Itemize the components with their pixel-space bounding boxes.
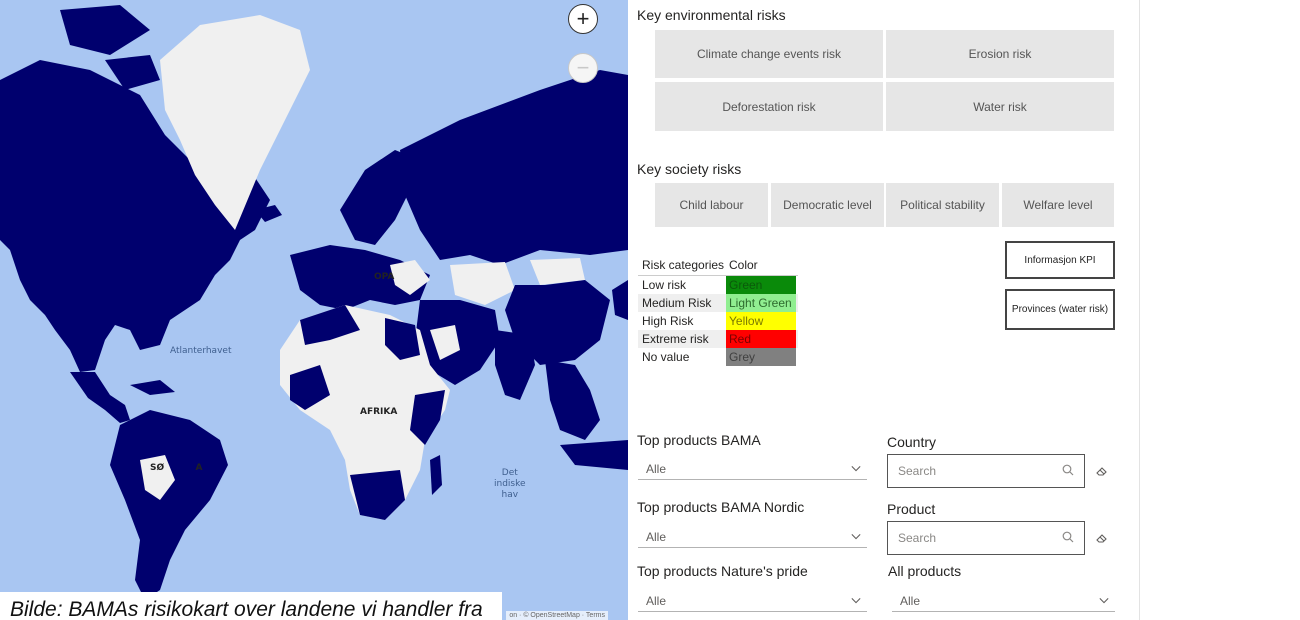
tile-deforestation[interactable]: Deforestation risk xyxy=(655,82,883,131)
top-bama-nordic-dropdown[interactable]: Alle xyxy=(638,526,867,548)
eraser-icon[interactable] xyxy=(1095,464,1109,476)
map-attribution[interactable]: on · © OpenStreetMap · Terms xyxy=(506,611,608,620)
tile-erosion[interactable]: Erosion risk xyxy=(886,30,1114,78)
legend-row: Low risk Green xyxy=(638,276,798,294)
tile-democratic-level[interactable]: Democratic level xyxy=(771,183,884,227)
top-bama-value: Alle xyxy=(646,461,667,476)
eraser-icon[interactable] xyxy=(1095,531,1109,543)
top-bama-nordic-value: Alle xyxy=(646,529,667,544)
info-kpi-button[interactable]: Informasjon KPI xyxy=(1005,241,1115,279)
all-products-value: Alle xyxy=(900,593,921,608)
country-search-input[interactable] xyxy=(898,464,1048,478)
chevron-down-icon xyxy=(851,532,861,542)
legend-color-cell: Red xyxy=(726,330,796,348)
all-products-title: All products xyxy=(888,563,962,579)
provinces-water-risk-button[interactable]: Provinces (water risk) xyxy=(1005,289,1115,330)
indian-ocean-label: Det indiske hav xyxy=(494,468,526,500)
world-map-svg xyxy=(0,5,628,600)
top-natures-pride-title: Top products Nature's pride xyxy=(637,563,808,579)
product-title: Product xyxy=(887,501,936,517)
product-search-input[interactable] xyxy=(898,531,1048,545)
tile-child-labour[interactable]: Child labour xyxy=(655,183,768,227)
top-natures-pride-value: Alle xyxy=(646,593,667,608)
filter-panel: Key environmental risks Climate change e… xyxy=(628,0,1140,620)
russia xyxy=(400,70,628,265)
zoom-in-button[interactable]: + xyxy=(568,4,598,34)
legend-category: No value xyxy=(642,350,690,364)
chevron-down-icon xyxy=(1099,596,1109,606)
africa-label: AFRIKA xyxy=(360,407,398,417)
legend-header: Risk categories Color xyxy=(638,254,798,276)
zoom-out-button[interactable]: − xyxy=(568,53,598,83)
south-africa-blue xyxy=(350,470,405,520)
arctic-island-west xyxy=(60,5,150,55)
legend-category: Extreme risk xyxy=(642,332,709,346)
kazakhstan-grey xyxy=(450,262,515,305)
legend-color-cell: Yellow xyxy=(726,312,796,330)
risk-legend-table: Risk categories Color Low risk Green Med… xyxy=(638,254,798,366)
chevron-down-icon xyxy=(851,596,861,606)
south-america xyxy=(110,410,228,600)
country-search-box[interactable] xyxy=(887,454,1085,488)
legend-row: Medium Risk Light Green xyxy=(638,294,798,312)
europe-label: OPA xyxy=(374,272,395,282)
madagascar xyxy=(430,455,442,495)
society-risks-title: Key society risks xyxy=(637,161,742,177)
tile-political-stability[interactable]: Political stability xyxy=(886,183,999,227)
legend-category: High Risk xyxy=(642,314,694,328)
central-america xyxy=(70,372,130,423)
caribbean xyxy=(130,380,175,395)
legend-color-cell: Green xyxy=(726,276,796,294)
country-title: Country xyxy=(887,434,937,450)
legend-row: Extreme risk Red xyxy=(638,330,798,348)
southeast-asia xyxy=(545,360,600,440)
legend-color-cell: Light Green xyxy=(726,294,796,312)
all-products-dropdown[interactable]: Alle xyxy=(892,590,1115,612)
product-search-box[interactable] xyxy=(887,521,1085,555)
mongolia-grey xyxy=(530,258,585,285)
south-america-label: SØ A xyxy=(150,463,203,473)
top-bama-nordic-title: Top products BAMA Nordic xyxy=(637,499,805,515)
japan xyxy=(612,280,628,320)
top-bama-title: Top products BAMA xyxy=(637,432,761,448)
chevron-down-icon xyxy=(851,464,861,474)
legend-header-color: Color xyxy=(729,257,758,272)
search-icon xyxy=(1062,531,1074,546)
legend-header-category: Risk categories xyxy=(642,257,725,272)
top-natures-pride-dropdown[interactable]: Alle xyxy=(638,590,867,612)
tile-climate-change[interactable]: Climate change events risk xyxy=(655,30,883,78)
risk-map[interactable]: Atlanterhavet Det indiske hav OPA AFRIKA… xyxy=(0,0,628,620)
indonesia xyxy=(560,440,628,470)
image-caption: Bilde: BAMAs risikokart over landene vi … xyxy=(0,592,502,620)
legend-category: Low risk xyxy=(642,278,687,292)
legend-row: High Risk Yellow xyxy=(638,312,798,330)
legend-color-cell: Grey xyxy=(726,348,796,366)
legend-row: No value Grey xyxy=(638,348,798,366)
tile-welfare-level[interactable]: Welfare level xyxy=(1002,183,1114,227)
tile-water-risk[interactable]: Water risk xyxy=(886,82,1114,131)
search-icon xyxy=(1062,464,1074,479)
legend-category: Medium Risk xyxy=(642,296,712,310)
india xyxy=(495,330,535,400)
environmental-risks-title: Key environmental risks xyxy=(637,7,786,23)
atlantic-ocean-label: Atlanterhavet xyxy=(170,346,232,356)
top-bama-dropdown[interactable]: Alle xyxy=(638,458,867,480)
